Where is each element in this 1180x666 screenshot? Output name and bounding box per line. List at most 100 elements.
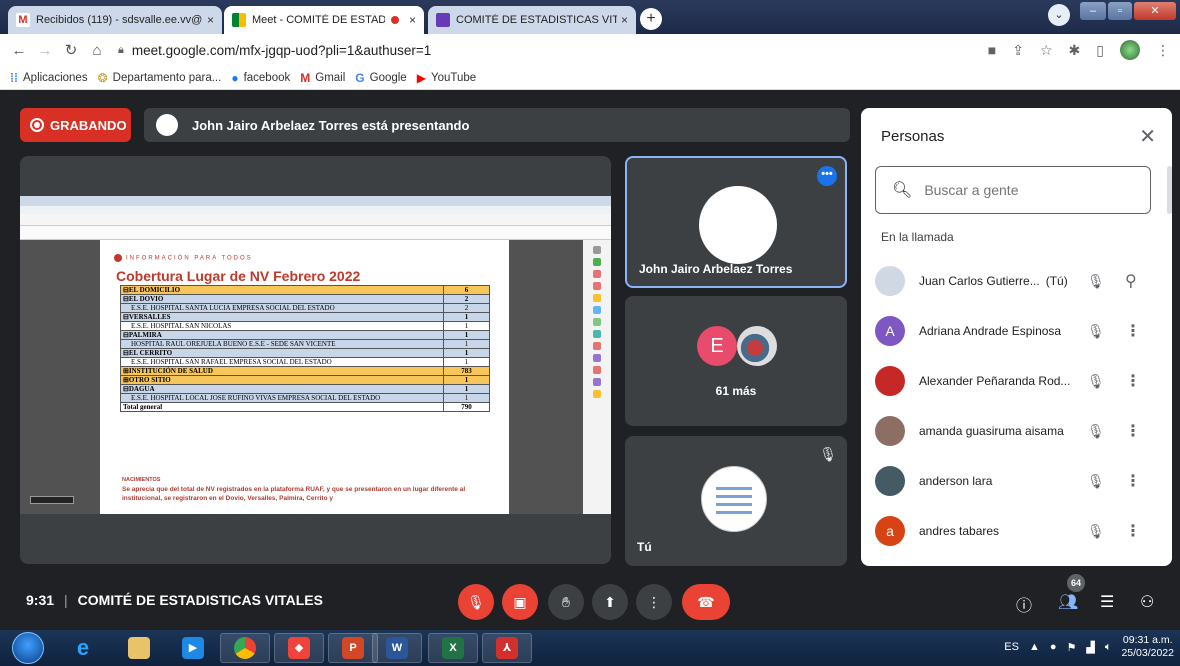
meeting-time: 9:31 [26, 592, 55, 608]
language-indicator[interactable]: ES [1004, 641, 1019, 653]
gmail-icon: M [16, 13, 30, 27]
youtube-icon: ▶ [416, 70, 426, 85]
presentation-stage[interactable]: INFORMACIÓN PARA TODOS Cobertura Lugar d… [20, 156, 611, 564]
close-icon[interactable]: ✕ [1139, 124, 1156, 149]
more-vert-icon: ⋮ [647, 594, 661, 610]
tab-gmail[interactable]: M Recibidos (119) - sdsvalle.ee.vv@ × [8, 6, 222, 34]
taskbar-chrome[interactable] [220, 633, 270, 663]
more-vert-icon[interactable]: ⋮ [1125, 471, 1141, 491]
tile-self[interactable]: 🎙︎ Tú [625, 436, 847, 566]
participant-name-text: Alexander Peñaranda Rod... [919, 374, 1071, 388]
bookmark-google[interactable]: G Google [355, 71, 406, 85]
mic-toggle-button[interactable]: 🎙︎ [458, 584, 494, 620]
participant-row[interactable]: a andres tabares 🎙︎ ⋮ [875, 506, 1165, 556]
participant-name-text: amanda guasiruma aisama [919, 424, 1064, 438]
more-vert-icon[interactable]: ⋮ [1125, 321, 1141, 341]
taskbar-word[interactable]: W [372, 633, 422, 663]
tab-search-icon[interactable]: ⌄ [1048, 4, 1070, 26]
row-value: 790 [443, 402, 490, 412]
close-tab-icon[interactable]: × [207, 13, 214, 27]
tray-expand-icon[interactable]: ▲ [1029, 641, 1040, 653]
taskbar-powerpoint[interactable]: P [328, 633, 378, 663]
camera-indicator-icon[interactable]: ■ [988, 42, 996, 58]
bookmark-gmail[interactable]: M Gmail [300, 71, 345, 85]
side-panel-icon[interactable]: ▯ [1096, 42, 1104, 59]
taskbar-ie[interactable]: e [58, 633, 108, 663]
flag-icon[interactable]: ⚑ [1066, 641, 1076, 654]
bookmark-facebook[interactable]: ● facebook [231, 71, 290, 85]
profile-avatar[interactable] [1120, 40, 1140, 60]
participant-row[interactable]: asdrubal4031🎙︎⋮ [875, 556, 1165, 566]
home-icon[interactable]: ⌂ [84, 42, 110, 59]
participant-row[interactable]: amanda guasiruma aisama 🎙︎ ⋮ [875, 406, 1165, 456]
recording-dot-icon [390, 16, 399, 24]
new-tab-button[interactable]: + [640, 8, 662, 30]
tab-title: Recibidos (119) - sdsvalle.ee.vv@ [36, 14, 203, 26]
tile-more-participants[interactable]: E 61 más [625, 296, 847, 426]
bookmark-youtube[interactable]: ▶ YouTube [417, 71, 476, 85]
tray-app-icon[interactable]: ● [1050, 641, 1057, 653]
share-icon[interactable]: ⇪ [1012, 42, 1024, 59]
forward-icon[interactable]: → [32, 42, 58, 59]
star-icon[interactable]: ☆ [1040, 42, 1053, 59]
leave-call-button[interactable]: ☎︎ [682, 584, 730, 620]
extensions-icon[interactable]: ✱ [1069, 42, 1081, 59]
row-label: E.S.E. HOSPITAL SANTA LUCIA EMPRESA SOCI… [120, 303, 444, 313]
activities-icon[interactable]: ⚇ [1140, 592, 1154, 612]
camera-toggle-button[interactable]: ▣ [502, 584, 538, 620]
chat-icon[interactable]: ☰ [1100, 592, 1114, 612]
meet-control-bar: 9:31 | COMITÉ DE ESTADISTICAS VITALES 🎙︎ ▣… [0, 574, 1180, 630]
participant-avatar [875, 366, 905, 396]
table-row: ⊟VERSALLES 1 [120, 312, 490, 322]
reload-icon[interactable]: ↻ [58, 41, 84, 59]
taskbar-explorer[interactable] [114, 633, 164, 663]
table-row: E.S.E. HOSPITAL SAN RAFAEL EMPRESA SOCIA… [120, 357, 490, 367]
people-search[interactable]: 🔍︎ [875, 166, 1151, 214]
taskbar-acrobat[interactable]: ⅄ [482, 633, 532, 663]
tile-speaker[interactable]: ••• John Jairo Arbelaez Torres [625, 156, 847, 288]
window-controls: ⌄ – ▫ ✕ [1048, 2, 1176, 26]
taskbar-anydesk[interactable]: ◆ [274, 633, 324, 663]
minimize-button[interactable]: – [1080, 2, 1106, 20]
hand-icon: ✋︎ [562, 594, 570, 610]
info-icon[interactable]: ⓘ [1016, 592, 1032, 616]
volume-icon[interactable]: 🔈︎ [1105, 641, 1112, 654]
more-vert-icon[interactable]: ⋮ [1125, 371, 1141, 391]
participant-row[interactable]: Juan Carlos Gutierre... (Tú) 🎙︎ ⚲ [875, 256, 1165, 306]
participant-row[interactable]: anderson lara 🎙︎ ⋮ [875, 456, 1165, 506]
scrollbar[interactable] [1167, 166, 1172, 214]
recording-badge[interactable]: GRABANDO [20, 108, 131, 142]
participant-name-text: Juan Carlos Gutierre... [919, 274, 1040, 288]
taskbar-media[interactable]: ▶ [168, 633, 218, 663]
people-icon[interactable]: 👥︎ [1058, 592, 1078, 612]
network-icon[interactable]: ▟ [1086, 641, 1094, 654]
close-window-button[interactable]: ✕ [1134, 2, 1176, 20]
close-tab-icon[interactable]: × [621, 13, 628, 27]
ie-icon: e [76, 635, 90, 660]
bookmark-apps[interactable]: ⁞⁞ Aplicaciones [10, 71, 88, 85]
clock[interactable]: 09:31 a.m. 25/03/2022 [1121, 634, 1174, 660]
menu-icon[interactable]: ⋮ [1156, 42, 1170, 59]
tab-title: Meet - COMITÉ DE ESTADIST [252, 14, 385, 26]
search-input[interactable] [924, 182, 1125, 198]
participant-row[interactable]: A Adriana Andrade Espinosa 🎙︎ ⋮ [875, 306, 1165, 356]
more-vert-icon[interactable]: ⋮ [1125, 521, 1141, 541]
bookmark-departamento[interactable]: ❂ Departamento para... [98, 71, 222, 85]
tile-options-icon[interactable]: ••• [817, 166, 837, 186]
url-field[interactable]: 🔒︎ meet.google.com/mfx-jgqp-uod?pli=1&au… [118, 39, 978, 61]
tab-forms[interactable]: COMITÉ DE ESTADISTICAS VITALE × [428, 6, 636, 34]
tab-meet[interactable]: Meet - COMITÉ DE ESTADIST × [224, 6, 424, 34]
close-tab-icon[interactable]: × [409, 13, 416, 27]
address-toolbar: ← → ↻ ⌂ 🔒︎ meet.google.com/mfx-jgqp-uod?… [0, 34, 1180, 66]
taskbar-excel[interactable]: X [428, 633, 478, 663]
more-options-button[interactable]: ⋮ [636, 584, 672, 620]
pin-icon[interactable]: ⚲ [1125, 271, 1137, 291]
maximize-button[interactable]: ▫ [1108, 2, 1132, 20]
more-vert-icon[interactable]: ⋮ [1125, 421, 1141, 441]
participant-row[interactable]: Alexander Peñaranda Rod... 🎙︎ ⋮ [875, 356, 1165, 406]
start-button[interactable] [12, 632, 44, 664]
raise-hand-button[interactable]: ✋︎ [548, 584, 584, 620]
present-button[interactable]: ⬆ [592, 584, 628, 620]
back-icon[interactable]: ← [6, 42, 32, 59]
participant-name: anderson lara [919, 474, 1079, 488]
